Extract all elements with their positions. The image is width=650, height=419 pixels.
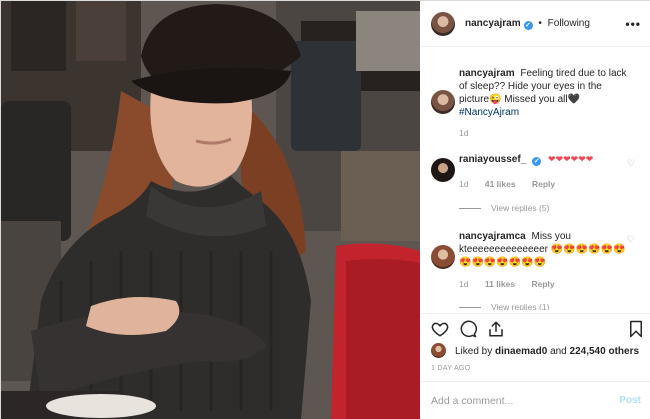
likes-summary: Liked by dinaemad0 and 224,540 others <box>431 343 646 359</box>
avatar[interactable] <box>431 12 455 36</box>
comment-avatar[interactable] <box>431 245 455 269</box>
action-bar <box>421 313 650 343</box>
comment-likes[interactable]: 41 likes <box>485 179 516 189</box>
caption-age[interactable]: 1d <box>459 128 468 138</box>
more-options-icon[interactable]: ••• <box>625 17 641 31</box>
comment-like-icon[interactable]: ♡ <box>627 158 635 169</box>
reply-button[interactable]: Reply <box>531 279 554 289</box>
post-timestamp[interactable]: 1 DAY AGO <box>431 365 470 372</box>
verified-icon: ✓ <box>532 157 542 166</box>
bookmark-icon[interactable] <box>627 320 645 338</box>
likes-middle: and <box>550 346 567 357</box>
view-replies-button[interactable]: View replies (5) <box>459 203 549 213</box>
comment-icon[interactable] <box>459 320 477 338</box>
reply-button[interactable]: Reply <box>532 179 555 189</box>
following-button[interactable]: Following <box>548 18 590 29</box>
comment-username[interactable]: raniayoussef_ <box>459 154 526 165</box>
header-separator: • <box>538 18 542 29</box>
comment-input[interactable]: Add a comment... <box>431 395 513 407</box>
comment-1: raniayoussef_ ✓ ❤❤❤❤❤❤ <box>459 153 631 166</box>
comment-2: nancyajramca Miss you kteeeeeeeeeeeeeer … <box>459 230 631 269</box>
likes-text: Liked by dinaemad0 and 224,540 others <box>455 346 639 357</box>
comment-avatar[interactable] <box>431 158 455 182</box>
caption: nancyajram Feeling tired due to lack of … <box>459 67 631 119</box>
comment-like-icon[interactable]: ♡ <box>627 234 635 245</box>
likes-count[interactable]: 224,540 others <box>570 346 640 357</box>
caption-avatar[interactable] <box>431 90 455 114</box>
header-username[interactable]: nancyajram <box>465 18 521 29</box>
instagram-post: nancyajram ✓ • Following ••• nancyajram F… <box>0 0 650 419</box>
post-header: nancyajram ✓ • Following ••• <box>421 1 650 47</box>
likes-prefix: Liked by <box>455 346 493 357</box>
comment-age[interactable]: 1d <box>459 279 468 289</box>
comment-username[interactable]: nancyajramca <box>459 231 526 242</box>
liker-avatar[interactable] <box>431 343 446 358</box>
heart-icon[interactable] <box>431 320 449 338</box>
caption-meta: 1d <box>459 128 482 138</box>
header-user: nancyajram ✓ • Following <box>465 18 590 30</box>
post-photo[interactable] <box>1 1 420 419</box>
caption-username[interactable]: nancyajram <box>459 68 515 79</box>
divider-line <box>459 307 481 309</box>
comments-list: nancyajram Feeling tired due to lack of … <box>421 48 650 310</box>
comment-age[interactable]: 1d <box>459 179 468 189</box>
caption-hashtag[interactable]: #NancyAjram <box>459 107 519 118</box>
add-comment-bar: Add a comment... Post <box>421 381 650 419</box>
comment-text: ❤❤❤❤❤❤ <box>548 154 594 164</box>
share-icon[interactable] <box>487 320 505 338</box>
post-side-panel: nancyajram ✓ • Following ••• nancyajram F… <box>421 1 650 419</box>
post-button[interactable]: Post <box>619 395 641 406</box>
post-photo-illustration <box>1 1 420 419</box>
comment-meta: 1d 41 likes Reply <box>459 179 569 189</box>
liker-username[interactable]: dinaemad0 <box>495 346 547 357</box>
verified-icon: ✓ <box>523 21 533 30</box>
divider-line <box>459 208 481 210</box>
comment-likes[interactable]: 11 likes <box>485 279 515 289</box>
view-replies-button[interactable]: View replies (1) <box>459 302 549 310</box>
comment-meta: 1d 11 likes Reply <box>459 279 569 289</box>
